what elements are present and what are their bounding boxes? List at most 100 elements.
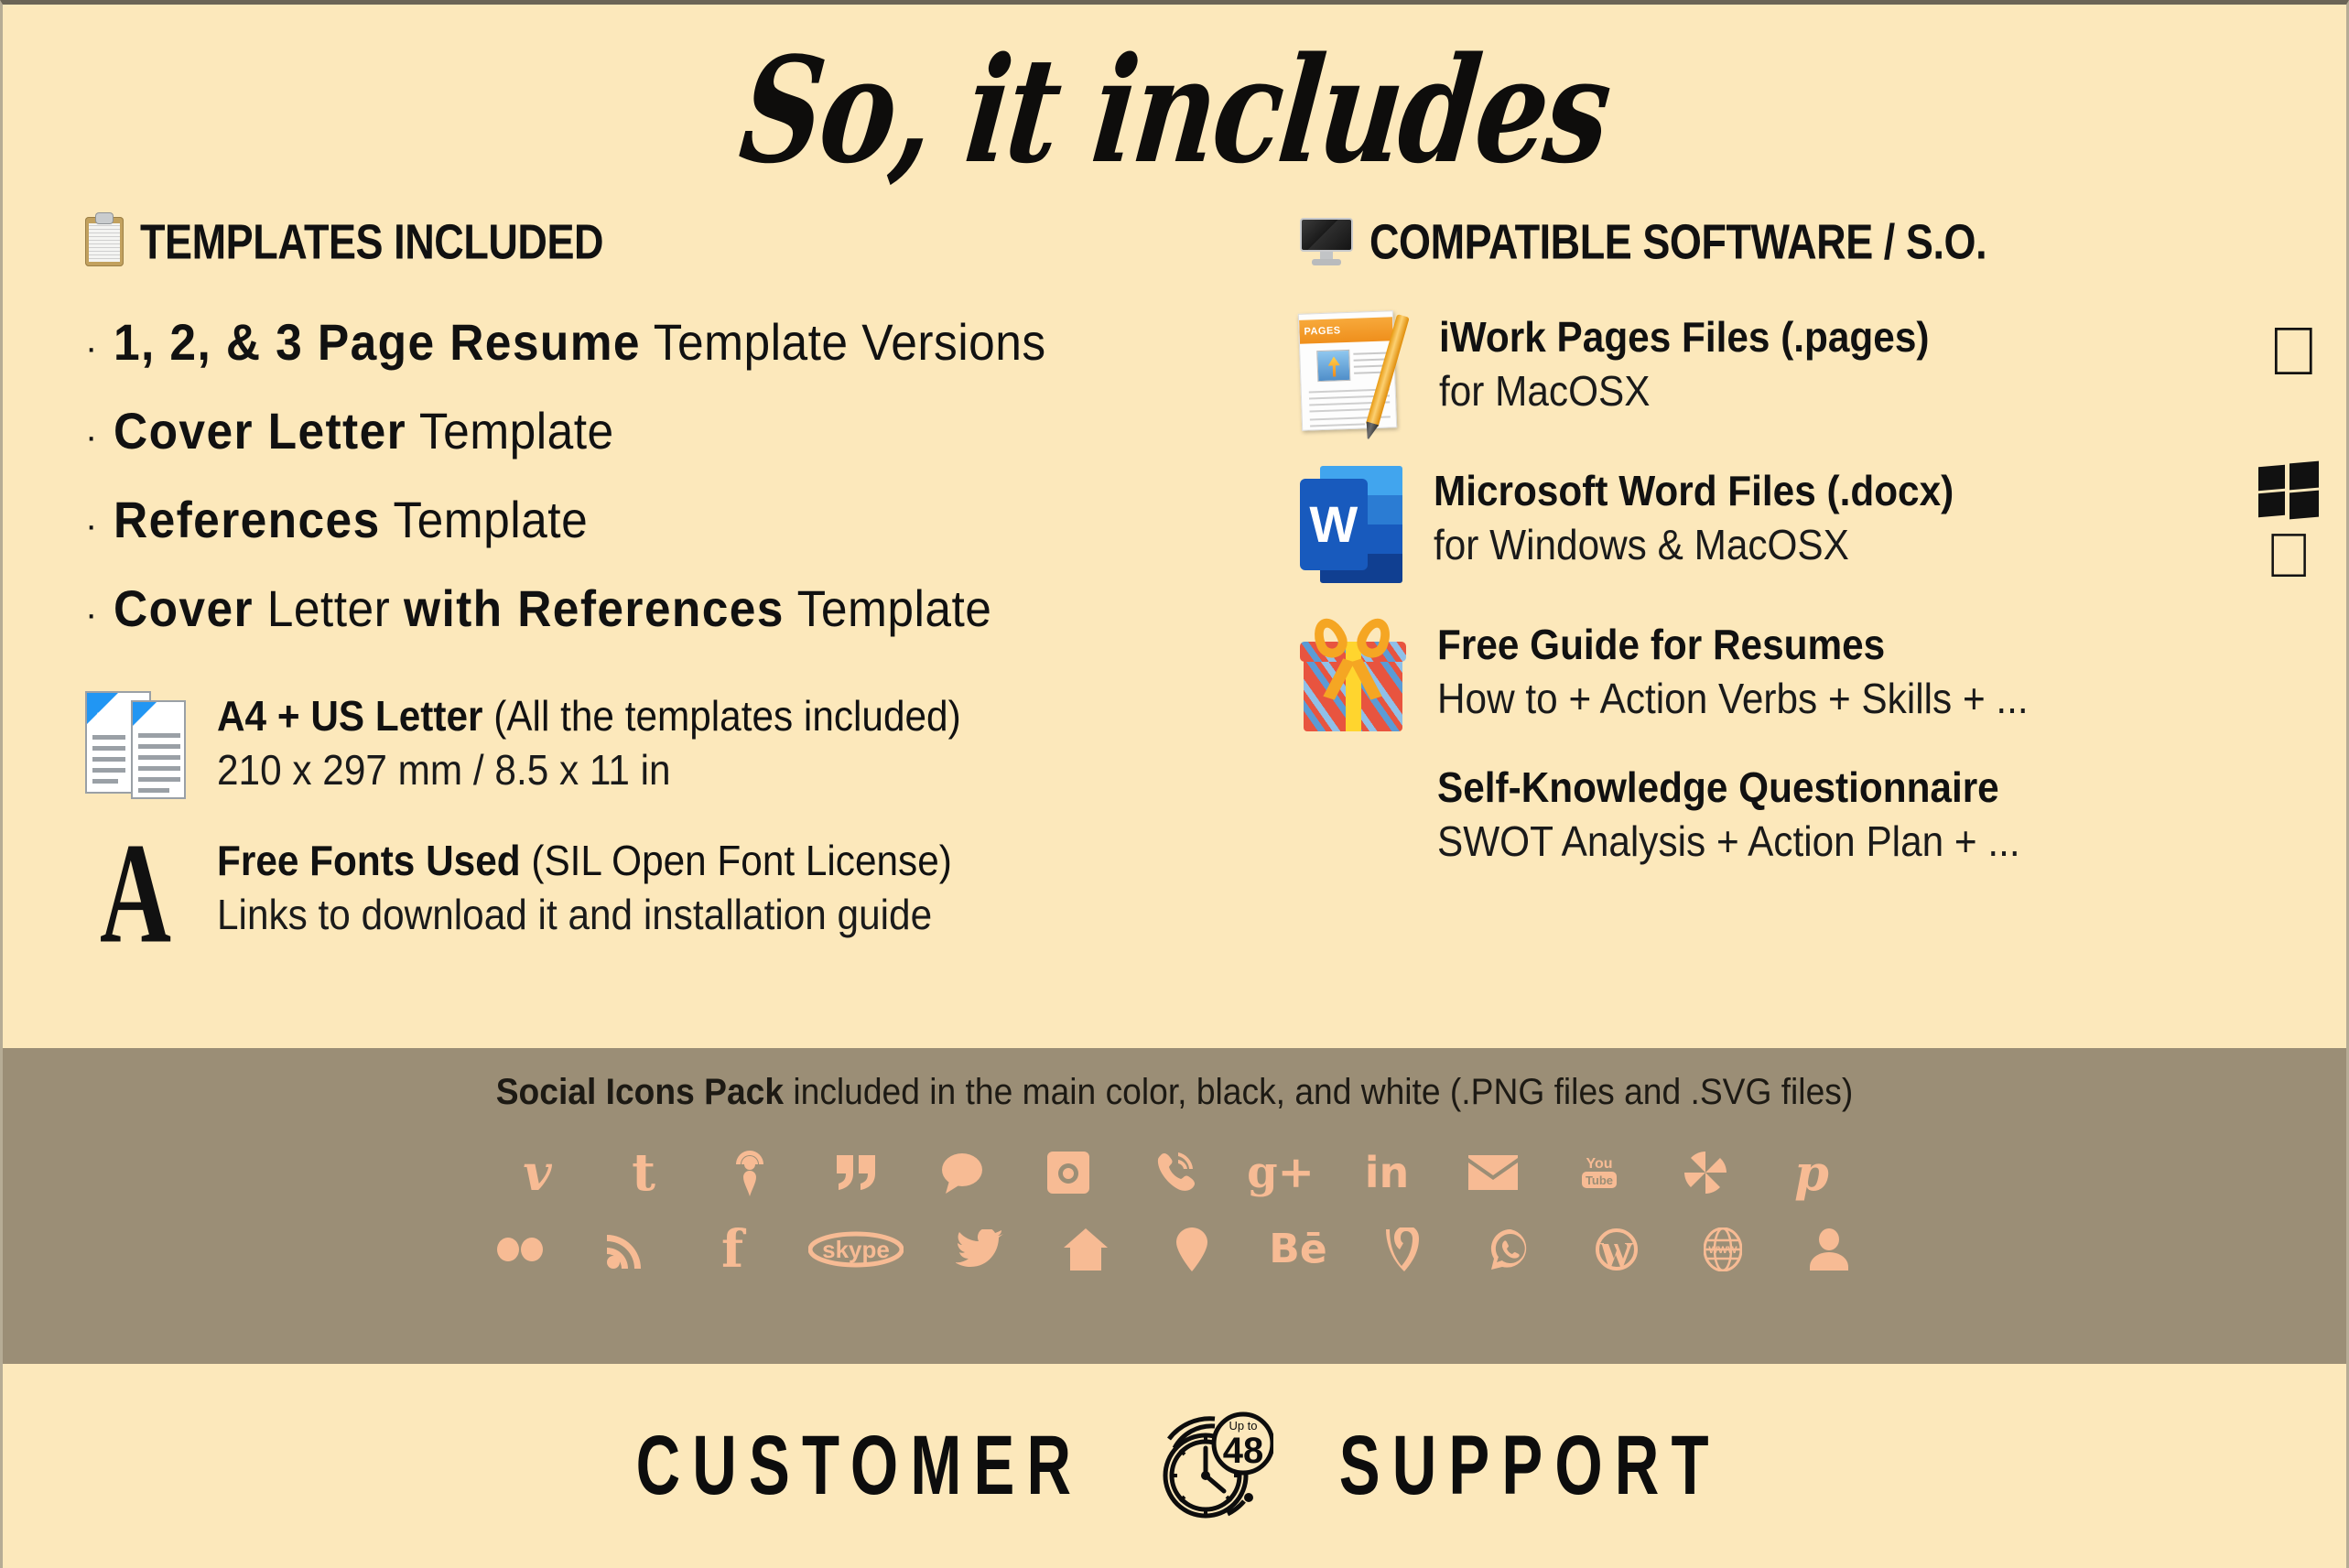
list-item: · References Template: [85, 490, 1282, 549]
list-item: · Cover Letter with References Template: [85, 579, 1282, 638]
profile-icon[interactable]: [1796, 1221, 1862, 1278]
guide-feature-line1: Free Guide for Resumes: [1436, 621, 1885, 668]
tumblr-icon[interactable]: t: [611, 1144, 677, 1201]
serif-a-icon: A: [99, 813, 171, 974]
chat-bubble-icon[interactable]: [929, 1144, 995, 1201]
skype-icon[interactable]: skype: [806, 1221, 906, 1278]
bullet-label: Cover Letter Template: [114, 402, 614, 460]
questionnaire-text: Self-Knowledge Questionnaire SWOT Analys…: [1437, 762, 2071, 868]
behance-icon[interactable]: Bē: [1265, 1221, 1331, 1278]
instagram-icon[interactable]: [1035, 1144, 1101, 1201]
gift-icon: [1299, 613, 1406, 731]
bullet-dot: ·: [85, 416, 98, 457]
apple-logo-icon: : [2268, 318, 2320, 385]
self-knowledge-feature: Self-Knowledge Questionnaire SWOT Analys…: [1437, 762, 2346, 868]
clock-48h-icon: Up to 48: [1156, 1406, 1275, 1527]
social-caption: Social Icons Pack included in the main c…: [495, 1072, 1854, 1112]
www-globe-icon[interactable]: WWW: [1690, 1221, 1756, 1278]
free-fonts-feature: A Free Fonts Used (SIL Open Font License…: [85, 813, 1282, 974]
footer-word-customer: CUSTOMER: [635, 1419, 1084, 1513]
bullet-dot: ·: [85, 328, 98, 368]
templates-bullet-list: · 1, 2, & 3 Page Resume Template Version…: [85, 312, 1282, 638]
vine-icon[interactable]: [1371, 1221, 1437, 1278]
pages-header-label: PAGES: [1304, 325, 1341, 338]
social-row-1: v t g+ in You Tube p: [3, 1144, 2346, 1201]
youtube-icon[interactable]: You Tube: [1566, 1144, 1632, 1201]
pages-os-marks: : [2268, 318, 2320, 385]
templates-section-title: TEMPLATES INCLUDED: [140, 213, 604, 270]
templates-included-column: TEMPLATES INCLUDED · 1, 2, & 3 Page Resu…: [3, 213, 1282, 1048]
a4-pages-icon: A4: [85, 691, 186, 799]
word-app-icon: W: [1299, 466, 1402, 583]
a4-feature-line1: A4 + US Letter (All the templates includ…: [217, 692, 961, 740]
whatsapp-icon[interactable]: [1478, 1221, 1543, 1278]
podcast-icon[interactable]: [717, 1144, 783, 1201]
word-os-marks: : [2258, 460, 2319, 587]
fonts-feature-line2: Links to download it and installation gu…: [217, 890, 933, 938]
location-pin-icon[interactable]: [1159, 1221, 1225, 1278]
guide-feature-line2: How to + Action Verbs + Skills + ...: [1436, 674, 2029, 722]
clipboard-icon: [85, 213, 124, 266]
page-title: So, it includes: [732, 24, 1617, 196]
picasa-icon[interactable]: [1672, 1144, 1738, 1201]
free-guide-feature: Free Guide for Resumes How to + Action V…: [1299, 613, 2346, 731]
social-icons-band: Social Icons Pack included in the main c…: [3, 1048, 2346, 1364]
monitor-icon: [1299, 218, 1353, 265]
rss-icon[interactable]: [593, 1221, 659, 1278]
home-icon[interactable]: [1053, 1221, 1119, 1278]
word-feature-line2: for Windows & MacOSX: [1433, 520, 1849, 568]
word-feature-text: Microsoft Word Files (.docx) for Windows…: [1434, 466, 1999, 571]
bullet-label: References Template: [114, 491, 589, 548]
questionnaire-line1: Self-Knowledge Questionnaire: [1436, 763, 1999, 811]
quote-icon[interactable]: [823, 1144, 889, 1201]
list-item: · 1, 2, & 3 Page Resume Template Version…: [85, 312, 1282, 372]
footer-word-support: SUPPORT: [1338, 1419, 1721, 1513]
social-row-2: f skype Bē WWW: [3, 1221, 2346, 1278]
fonts-feature-line1: Free Fonts Used (SIL Open Font License): [217, 837, 952, 884]
svg-text:You: You: [1586, 1156, 1612, 1172]
a4-feature-text: A4 + US Letter (All the templates includ…: [217, 691, 1025, 796]
software-section-header: COMPATIBLE SOFTWARE / S.O.: [1299, 213, 2346, 270]
promo-page: So, it includes TEMPLATES INCLUDED · 1, …: [0, 0, 2349, 1568]
bullet-dot: ·: [85, 505, 98, 546]
a4-feature-line2: 210 x 297 mm / 8.5 x 11 in: [217, 745, 671, 794]
a4-us-letter-feature: A4 A4 + US Letter (All the templates inc…: [85, 691, 1282, 799]
clock-badge-number: 48: [1222, 1431, 1263, 1471]
viber-phone-icon[interactable]: [1142, 1144, 1207, 1201]
svg-text:WWW: WWW: [1708, 1245, 1737, 1256]
pinterest-icon[interactable]: p: [1779, 1144, 1845, 1201]
fonts-feature-text: Free Fonts Used (SIL Open Font License) …: [217, 836, 1016, 941]
windows-logo-icon: [2258, 460, 2319, 520]
bullet-dot: ·: [85, 594, 98, 634]
pages-feature-text: iWork Pages Files (.pages) for MacOSX: [1439, 312, 1972, 417]
a4-label: A4: [93, 709, 114, 727]
word-feature-line1: Microsoft Word Files (.docx): [1433, 467, 1954, 514]
bullet-label: Cover Letter with References Template: [114, 579, 992, 637]
flickr-icon[interactable]: [487, 1221, 553, 1278]
guide-feature-text: Free Guide for Resumes How to + Action V…: [1437, 620, 2080, 725]
compatible-software-column: COMPATIBLE SOFTWARE / S.O. PAGES iWork P…: [1282, 213, 2346, 1048]
apple-logo-icon: : [2266, 524, 2312, 587]
list-item: · Cover Letter Template: [85, 401, 1282, 460]
customer-support-footer: CUSTOMER Up to 48 SUPPORT: [3, 1364, 2346, 1568]
pages-app-icon: PAGES: [1297, 310, 1410, 431]
svg-text:Tube: Tube: [1586, 1173, 1613, 1187]
questionnaire-line2: SWOT Analysis + Action Plan + ...: [1436, 816, 2020, 865]
word-letter: W: [1299, 479, 1368, 570]
wordpress-icon[interactable]: [1584, 1221, 1650, 1278]
bullet-label: 1, 2, & 3 Page Resume Template Versions: [114, 313, 1046, 371]
google-plus-icon[interactable]: g+: [1247, 1144, 1315, 1201]
pages-feature-line2: for MacOSX: [1438, 366, 1651, 415]
software-section-title: COMPATIBLE SOFTWARE / S.O.: [1369, 213, 1987, 270]
svg-text:skype: skype: [822, 1236, 890, 1263]
facebook-icon[interactable]: f: [699, 1221, 765, 1278]
microsoft-word-feature: W Microsoft Word Files (.docx) for Windo…: [1299, 460, 2346, 587]
twitter-icon[interactable]: [947, 1221, 1012, 1278]
linkedin-icon[interactable]: in: [1354, 1144, 1420, 1201]
content-columns: TEMPLATES INCLUDED · 1, 2, & 3 Page Resu…: [3, 213, 2346, 1048]
page-title-area: So, it includes: [3, 5, 2346, 215]
pages-feature-line1: iWork Pages Files (.pages): [1438, 313, 1930, 361]
email-icon[interactable]: [1460, 1144, 1526, 1201]
iwork-pages-feature: PAGES iWork Pages Files (.pages) for Mac…: [1297, 310, 2346, 431]
vimeo-icon[interactable]: v: [504, 1144, 570, 1201]
